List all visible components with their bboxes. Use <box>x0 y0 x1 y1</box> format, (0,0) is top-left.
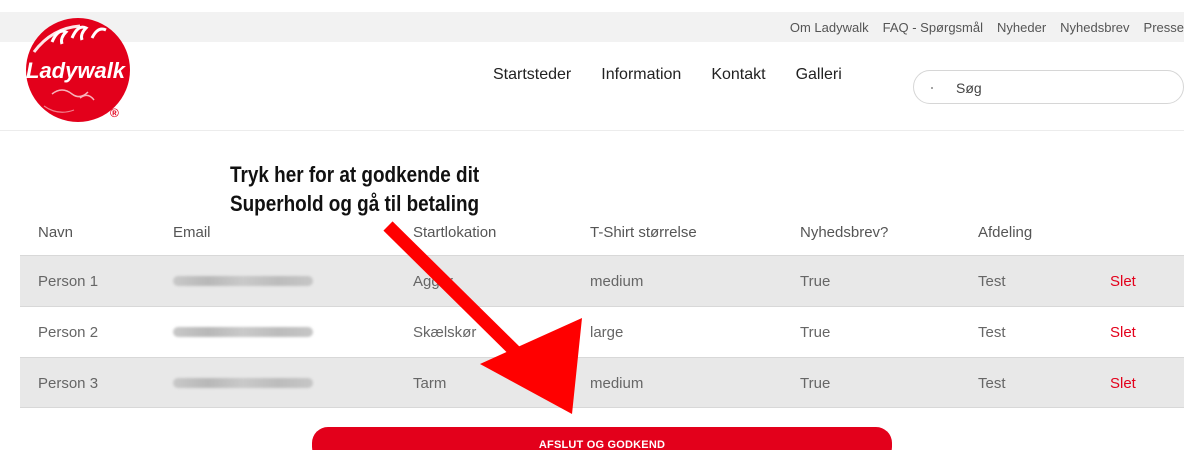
top-link-about[interactable]: Om Ladywalk <box>790 20 869 35</box>
cell-location: Skælskør <box>413 323 477 341</box>
header-email: Email <box>173 223 211 241</box>
cell-email-redacted <box>173 256 313 306</box>
table-header: Navn Email Startlokation T-Shirt størrel… <box>20 210 1184 254</box>
top-link-press[interactable]: Presse <box>1144 20 1184 35</box>
delete-link[interactable]: Slet <box>1110 358 1136 408</box>
top-link-newsletter[interactable]: Nyhedsbrev <box>1060 20 1129 35</box>
instruction-line-1: Tryk her for at godkende dit <box>230 162 480 187</box>
cell-newsletter: True <box>800 272 831 290</box>
cell-email-redacted <box>173 307 313 357</box>
finish-and-approve-button[interactable]: AFSLUT OG GODKEND <box>312 427 892 450</box>
nav-item-galleri[interactable]: Galleri <box>796 66 842 84</box>
cell-name: Person 3 <box>38 374 99 392</box>
header-department: Afdeling <box>978 223 1033 241</box>
main-nav: Startsteder Information Kontakt Galleri <box>493 66 842 84</box>
table-row: Person 1 Agger medium True Test Slet <box>20 255 1184 306</box>
top-link-faq[interactable]: FAQ - Spørgsmål <box>883 20 983 35</box>
logo-text: Ladywalk <box>26 58 127 83</box>
cell-newsletter: True <box>800 323 831 341</box>
cell-name: Person 2 <box>38 323 99 341</box>
top-links: Om Ladywalk FAQ - Spørgsmål Nyheder Nyhe… <box>776 12 1184 42</box>
registered-mark: ® <box>110 106 119 120</box>
cell-location: Tarm <box>413 374 447 392</box>
table-row: Person 3 Tarm medium True Test Slet <box>20 357 1184 408</box>
search-input[interactable] <box>956 78 1156 98</box>
table-bottom-border <box>20 407 1184 408</box>
nav-item-kontakt[interactable]: Kontakt <box>711 66 765 84</box>
cell-name: Person 1 <box>38 272 99 290</box>
header-start-location: Startlokation <box>413 223 497 241</box>
cell-department: Test <box>978 374 1006 392</box>
cell-shirt-size: medium <box>590 374 644 392</box>
header-name: Navn <box>38 223 74 241</box>
header-newsletter: Nyhedsbrev? <box>800 223 889 241</box>
table-row: Person 2 Skælskør large True Test Slet <box>20 306 1184 357</box>
top-utility-bar: Om Ladywalk FAQ - Spørgsmål Nyheder Nyhe… <box>0 12 1184 42</box>
search-box <box>913 70 1184 104</box>
nav-item-startsteder[interactable]: Startsteder <box>493 66 571 84</box>
header-tshirt-size: T-Shirt størrelse <box>590 223 697 241</box>
cell-department: Test <box>978 323 1006 341</box>
search-icon <box>931 87 933 89</box>
cell-shirt-size: medium <box>590 272 644 290</box>
top-link-news[interactable]: Nyheder <box>997 20 1046 35</box>
cell-newsletter: True <box>800 374 831 392</box>
delete-link[interactable]: Slet <box>1110 307 1136 357</box>
nav-item-information[interactable]: Information <box>601 66 681 84</box>
cell-location: Agger <box>413 272 454 290</box>
redacted-email <box>173 378 313 388</box>
cell-email-redacted <box>173 358 313 408</box>
redacted-email <box>173 276 313 286</box>
cell-department: Test <box>978 272 1006 290</box>
header-divider <box>0 130 1184 131</box>
redacted-email <box>173 327 313 337</box>
delete-link[interactable]: Slet <box>1110 256 1136 306</box>
cell-shirt-size: large <box>590 323 624 341</box>
